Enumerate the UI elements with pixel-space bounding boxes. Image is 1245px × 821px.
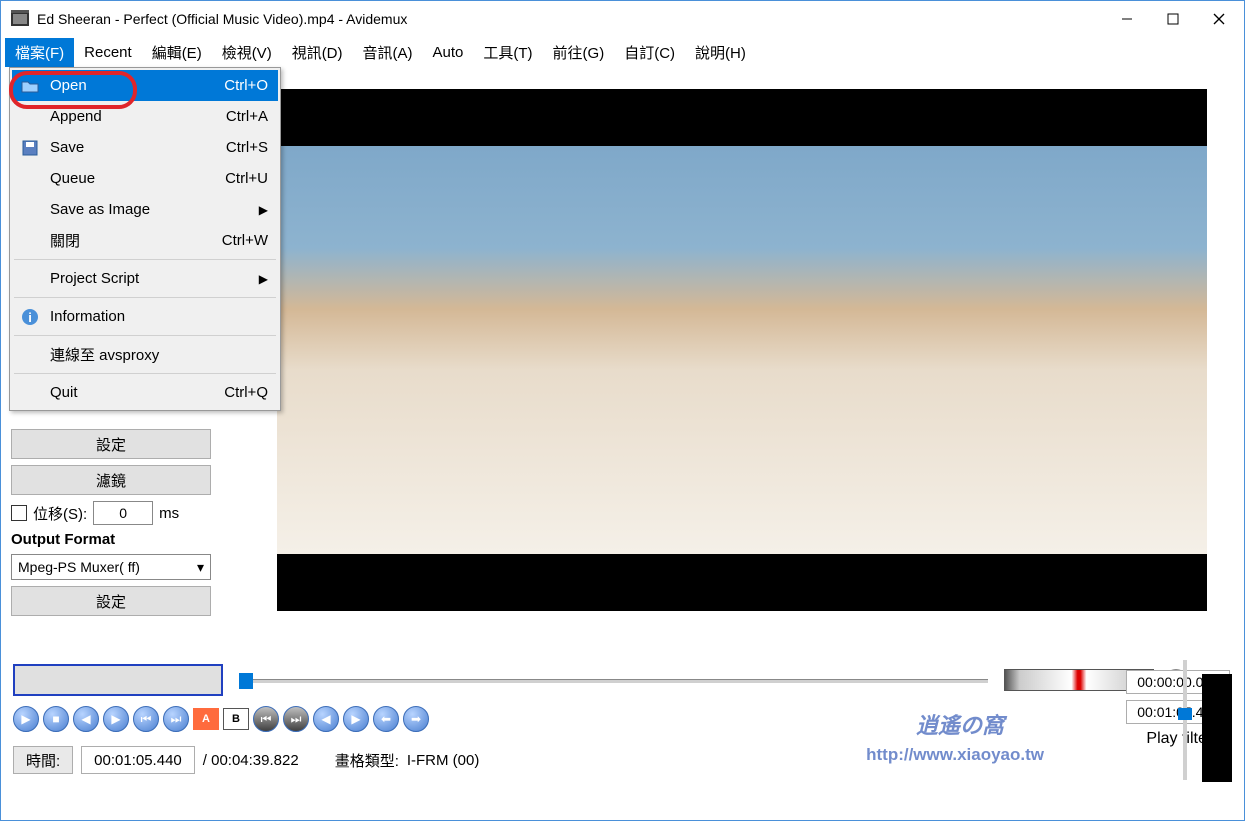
close-button[interactable]: [1196, 4, 1242, 34]
vslider-handle[interactable]: [1178, 708, 1192, 720]
save-icon: [20, 138, 40, 158]
titlebar: Ed Sheeran - Perfect (Official Music Vid…: [1, 1, 1244, 37]
menu-item-queue[interactable]: Queue Ctrl+U: [12, 163, 278, 194]
submenu-arrow-icon: ▶: [259, 203, 268, 217]
frame-type-label: 畫格類型:: [335, 750, 399, 771]
volume-slider[interactable]: [1174, 660, 1196, 780]
menu-item-information[interactable]: i Information: [12, 301, 278, 332]
stop-button[interactable]: ■: [43, 706, 69, 732]
menu-auto[interactable]: Auto: [423, 40, 474, 65]
open-icon: [20, 76, 40, 96]
menu-item-avsproxy[interactable]: 連線至 avsproxy: [12, 339, 278, 370]
menu-item-open[interactable]: Open Ctrl+O: [12, 70, 278, 101]
svg-text:i: i: [28, 310, 32, 325]
menu-item-append[interactable]: Append Ctrl+A: [12, 101, 278, 132]
configure-button[interactable]: 設定: [11, 429, 211, 459]
menu-view[interactable]: 檢視(V): [212, 38, 282, 67]
menu-item-project-script[interactable]: Project Script ▶: [12, 263, 278, 294]
shift-spinbox[interactable]: 0: [93, 501, 153, 525]
menu-custom[interactable]: 自訂(C): [614, 38, 685, 67]
next-keyframe-button[interactable]: ⏭: [163, 706, 189, 732]
next-black-button[interactable]: ▶: [343, 706, 369, 732]
submenu-arrow-icon: ▶: [259, 272, 268, 286]
menu-item-save-as-image[interactable]: Save as Image ▶: [12, 194, 278, 225]
menu-audio[interactable]: 音訊(A): [353, 38, 423, 67]
video-frame-content: [277, 146, 1207, 553]
configure-output-button[interactable]: 設定: [11, 586, 211, 616]
shift-label: 位移(S):: [33, 503, 87, 524]
timeline-slider[interactable]: [239, 665, 988, 695]
separator: [14, 259, 276, 260]
menu-video[interactable]: 視訊(D): [282, 38, 353, 67]
menu-item-close[interactable]: 關閉 Ctrl+W: [12, 225, 278, 256]
menu-edit[interactable]: 編輯(E): [142, 38, 212, 67]
play-button[interactable]: ▶: [13, 706, 39, 732]
prev-black-button[interactable]: ◀: [313, 706, 339, 732]
output-format-label: Output Format: [11, 531, 227, 548]
file-menu-dropdown: Open Ctrl+O Append Ctrl+A Save Ctrl+S Qu…: [9, 67, 281, 411]
set-marker-b-button[interactable]: B: [223, 708, 249, 730]
shift-checkbox[interactable]: [11, 505, 27, 521]
separator: [14, 297, 276, 298]
shift-unit: ms: [159, 505, 179, 522]
time-input[interactable]: 00:01:05.440: [81, 746, 195, 774]
menubar: 檔案(F) Recent 編輯(E) 檢視(V) 視訊(D) 音訊(A) Aut…: [1, 37, 1244, 67]
menu-item-save[interactable]: Save Ctrl+S: [12, 132, 278, 163]
menu-recent[interactable]: Recent: [74, 40, 142, 65]
selection-thumbnail[interactable]: [13, 664, 223, 696]
output-format-combo[interactable]: Mpeg-PS Muxer( ff) ▾: [11, 554, 211, 580]
menu-goto[interactable]: 前往(G): [543, 38, 615, 67]
next-cut-button[interactable]: ➡: [403, 706, 429, 732]
duration-label: / 00:04:39.822: [203, 752, 299, 769]
next-frame-button[interactable]: ▶: [103, 706, 129, 732]
separator: [14, 335, 276, 336]
frame-type-value: I-FRM (00): [407, 752, 480, 769]
app-icon: [9, 8, 31, 30]
vu-meter: [1202, 674, 1232, 782]
window-title: Ed Sheeran - Perfect (Official Music Vid…: [37, 11, 1104, 27]
time-label: 時間:: [13, 746, 73, 774]
menu-file[interactable]: 檔案(F): [5, 38, 74, 67]
separator: [14, 373, 276, 374]
maximize-button[interactable]: [1150, 4, 1196, 34]
info-icon: i: [20, 307, 40, 327]
goto-end-button[interactable]: ⏭: [283, 706, 309, 732]
slider-handle[interactable]: [239, 673, 253, 689]
filters-button[interactable]: 濾鏡: [11, 465, 211, 495]
prev-frame-button[interactable]: ◀: [73, 706, 99, 732]
minimize-button[interactable]: [1104, 4, 1150, 34]
menu-help[interactable]: 說明(H): [685, 38, 756, 67]
video-preview[interactable]: [277, 89, 1207, 611]
prev-keyframe-button[interactable]: ⏮: [133, 706, 159, 732]
chevron-down-icon: ▾: [197, 559, 204, 576]
set-marker-a-button[interactable]: A: [193, 708, 219, 730]
transport-bar: ▶ ■ ◀ ▶ ⏮ ⏭ A B ⏮ ⏭ ◀ ▶ ⬅ ➡: [13, 706, 1232, 732]
menu-tools[interactable]: 工具(T): [473, 38, 542, 67]
goto-start-button[interactable]: ⏮: [253, 706, 279, 732]
menu-item-quit[interactable]: Quit Ctrl+Q: [12, 377, 278, 408]
bottom-controls: ▶ ■ ◀ ▶ ⏮ ⏭ A B ⏮ ⏭ ◀ ▶ ⬅ ➡ 時間: 00:01:05…: [1, 660, 1244, 820]
prev-cut-button[interactable]: ⬅: [373, 706, 399, 732]
